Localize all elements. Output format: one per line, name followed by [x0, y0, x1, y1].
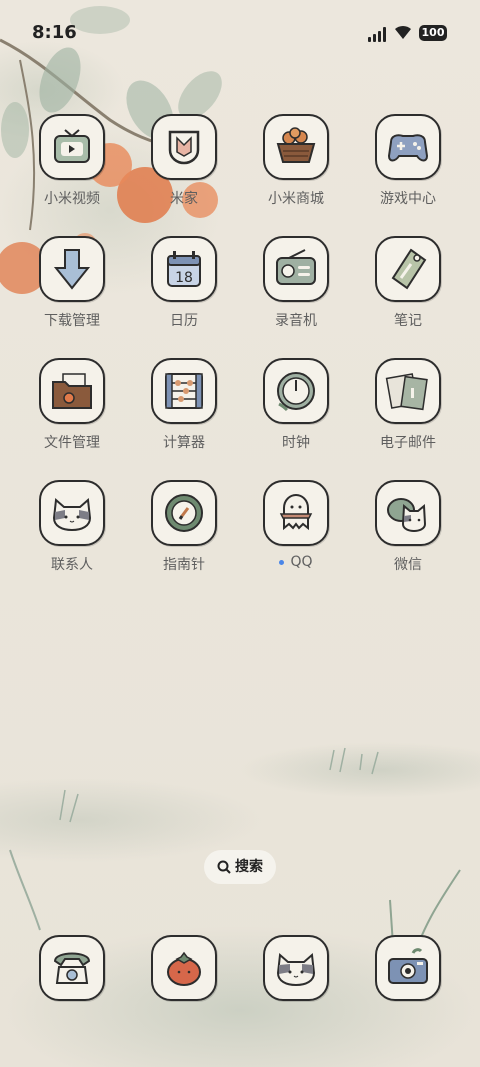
app-file-manager[interactable]: 文件管理 — [22, 358, 122, 468]
clock-icon — [263, 358, 329, 424]
cat-contacts-icon — [39, 480, 105, 546]
search-label: 搜索 — [235, 859, 263, 875]
download-arrow-icon — [39, 236, 105, 302]
tv-icon — [39, 114, 105, 180]
app-label: 文件管理 — [44, 435, 100, 451]
app-label: 米家 — [170, 191, 198, 207]
app-label: 下载管理 — [44, 313, 100, 329]
app-label: 小米商城 — [268, 191, 324, 207]
app-mijia[interactable]: 米家 — [134, 114, 234, 224]
status-bar: 8:16 100 — [0, 0, 480, 66]
phone-icon[interactable] — [39, 935, 105, 1001]
search-pill[interactable]: 搜索 — [204, 850, 276, 884]
dock — [0, 935, 480, 1005]
app-label: 小米视频 — [44, 191, 100, 207]
search-icon — [217, 860, 231, 874]
app-xiaomi-mall[interactable]: 小米商城 — [246, 114, 346, 224]
tomato-icon[interactable] — [151, 935, 217, 1001]
app-label: 计算器 — [163, 435, 205, 451]
calendar-icon: 18 — [151, 236, 217, 302]
app-xiaomi-video[interactable]: 小米视频 — [22, 114, 122, 224]
mijia-icon — [151, 114, 217, 180]
new-badge-dot — [279, 559, 285, 565]
app-label: 日历 — [170, 313, 198, 329]
app-calendar[interactable]: 18 日历 — [134, 236, 234, 346]
app-label-text: QQ — [290, 554, 313, 570]
radio-recorder-icon — [263, 236, 329, 302]
mail-cards-icon — [375, 358, 441, 424]
app-label: 录音机 — [275, 313, 317, 329]
app-calculator[interactable]: 计算器 — [134, 358, 234, 468]
battery-indicator: 100 — [419, 25, 447, 41]
app-label: 电子邮件 — [380, 435, 436, 451]
qq-ghost-icon — [263, 480, 329, 546]
app-label: 时钟 — [282, 435, 310, 451]
gamepad-icon — [375, 114, 441, 180]
app-label: 笔记 — [394, 313, 422, 329]
cat-icon[interactable] — [263, 935, 329, 1001]
app-label: 游戏中心 — [380, 191, 436, 207]
abacus-icon — [151, 358, 217, 424]
signal-icon — [368, 26, 388, 42]
app-label: 联系人 — [51, 557, 93, 573]
app-wechat[interactable]: 微信 — [358, 480, 458, 590]
app-email[interactable]: 电子邮件 — [358, 358, 458, 468]
camera-icon[interactable] — [375, 935, 441, 1001]
app-game-center[interactable]: 游戏中心 — [358, 114, 458, 224]
clock-time: 8:16 — [32, 22, 77, 43]
app-compass[interactable]: 指南针 — [134, 480, 234, 590]
wifi-icon — [395, 25, 411, 39]
basket-icon — [263, 114, 329, 180]
compass-icon — [151, 480, 217, 546]
folder-icon — [39, 358, 105, 424]
app-clock[interactable]: 时钟 — [246, 358, 346, 468]
app-label: 微信 — [394, 557, 422, 573]
app-notes[interactable]: 笔记 — [358, 236, 458, 346]
app-contacts[interactable]: 联系人 — [22, 480, 122, 590]
app-label: 指南针 — [163, 557, 205, 573]
calendar-day: 18 — [175, 270, 193, 286]
note-tag-icon — [375, 236, 441, 302]
app-download-manager[interactable]: 下载管理 — [22, 236, 122, 346]
app-qq[interactable]: QQ — [246, 480, 346, 590]
app-recorder[interactable]: 录音机 — [246, 236, 346, 346]
cat-wechat-icon — [375, 480, 441, 546]
app-label: QQ — [246, 554, 346, 570]
